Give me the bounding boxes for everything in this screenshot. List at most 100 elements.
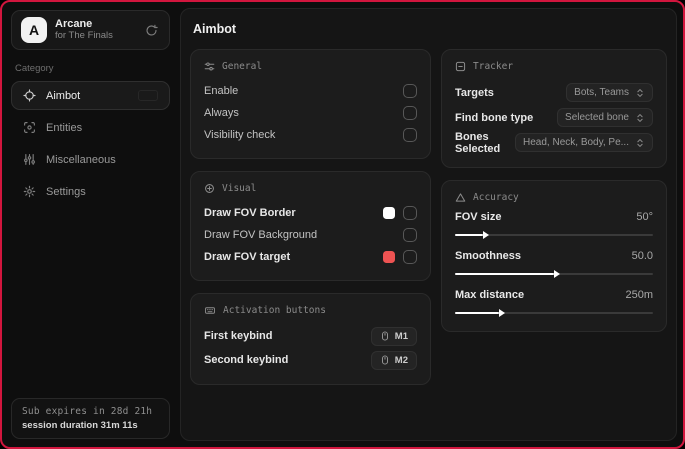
fov-target-checkbox[interactable] (403, 250, 417, 264)
first-keybind-button[interactable]: M1 (370, 326, 417, 346)
brand-text: Arcane for The Finals (55, 18, 113, 42)
toggle-label: Draw FOV Background (204, 229, 318, 241)
slider-value: 50° (636, 211, 653, 223)
select-value: Bots, Teams (574, 87, 629, 98)
toggle-label: Draw FOV target (204, 251, 291, 263)
brand-subtitle: for The Finals (55, 29, 113, 41)
keybind-label: Second keybind (204, 354, 289, 366)
session-duration-text: session duration 31m 11s (22, 420, 138, 431)
slider-value: 50.0 (631, 250, 653, 262)
slider-track (455, 308, 653, 317)
visual-card-header: Visual (204, 183, 417, 194)
find-bone-type-select[interactable]: Selected bone (557, 108, 653, 127)
sidebar-item-settings[interactable]: Settings (11, 177, 170, 206)
slider-fill (455, 269, 560, 278)
slider-row-fov-size: FOV size 50° (455, 211, 653, 239)
tracker-icon (455, 61, 466, 72)
general-card: General Enable Always Visibility check (190, 49, 431, 159)
always-checkbox[interactable] (403, 106, 417, 120)
toggle-label: Draw FOV Border (204, 207, 296, 219)
chevrons-up-down-icon (635, 138, 645, 148)
sidebar-item-label: Aimbot (46, 89, 81, 102)
general-icon (204, 61, 215, 72)
page-title: Aimbot (193, 22, 237, 36)
keybind-label: First keybind (204, 330, 273, 342)
fov-border-checkbox[interactable] (403, 206, 417, 220)
sidebar-item-label: Settings (46, 185, 86, 198)
slider-thumb[interactable] (482, 230, 489, 239)
toggle-label: Always (204, 107, 239, 119)
slider-fill (455, 230, 489, 239)
slider-label: Smoothness (455, 250, 522, 262)
sidebar-item-miscellaneous[interactable]: Miscellaneous (11, 145, 170, 174)
fov-border-color-swatch[interactable] (383, 207, 395, 219)
sidebar-item-aimbot[interactable]: Aimbot (11, 81, 170, 110)
select-row-bones-selected: Bones Selected Head, Neck, Body, Pe... (455, 130, 653, 155)
keyboard-icon (204, 305, 216, 316)
sidebar-item-entities[interactable]: Entities (11, 113, 170, 142)
arcane-logo: A (21, 17, 47, 43)
fov-target-color-swatch[interactable] (383, 251, 395, 263)
accuracy-card-header: Accuracy (455, 192, 653, 203)
sidebar-nav: Aimbot Entities Miscellaneous Settings (11, 81, 170, 206)
toggle-row-fov-border: Draw FOV Border (204, 202, 417, 224)
slider-value: 250m (625, 289, 653, 301)
keybind-row-first: First keybind M1 (204, 324, 417, 348)
brand-name: Arcane (55, 18, 93, 31)
toggle-row-visibility-check: Visibility check (204, 124, 417, 146)
accuracy-card: Accuracy FOV size 50° Smoothness 50.0 Ma… (441, 180, 667, 332)
slider-row-smoothness: Smoothness 50.0 (455, 250, 653, 278)
max-distance-slider[interactable] (455, 308, 653, 317)
select-label: Find bone type (455, 111, 534, 124)
visual-card-title: Visual (222, 183, 257, 194)
refresh-icon[interactable] (143, 22, 160, 39)
keybind-value: M1 (394, 330, 408, 342)
crosshair-icon (23, 89, 36, 102)
slider-row-max-distance: Max distance 250m (455, 289, 653, 317)
fov-size-slider[interactable] (455, 230, 653, 239)
toggle-row-always: Always (204, 102, 417, 124)
slider-fill (455, 308, 505, 317)
mouse-icon (380, 355, 390, 365)
toggle-label: Enable (204, 85, 239, 97)
select-value: Head, Neck, Body, Pe... (523, 137, 629, 148)
general-card-header: General (204, 61, 417, 72)
slider-thumb[interactable] (554, 269, 560, 278)
visual-icon (204, 183, 215, 194)
select-row-targets: Targets Bots, Teams (455, 80, 653, 105)
tracker-card-header: Tracker (455, 61, 653, 72)
tracker-card: Tracker Targets Bots, Teams Find bone ty… (441, 49, 667, 168)
bones-selected-select[interactable]: Head, Neck, Body, Pe... (515, 133, 653, 152)
smoothness-slider[interactable] (455, 269, 653, 278)
slider-label: Max distance (455, 289, 525, 301)
targets-select[interactable]: Bots, Teams (566, 83, 653, 102)
slider-label: FOV size (455, 211, 502, 223)
keybind-row-second: Second keybind M2 (204, 348, 417, 372)
accuracy-card-title: Accuracy (473, 192, 519, 203)
gear-icon (23, 185, 36, 198)
sidebar-item-label: Miscellaneous (46, 153, 116, 166)
sidebar: A Arcane for The Finals Category Aimbot (2, 2, 178, 447)
brand-card: A Arcane for The Finals (11, 10, 170, 50)
toggle-row-fov-target: Draw FOV target (204, 246, 417, 268)
chevrons-up-down-icon (635, 113, 645, 123)
sub-expiry-text: Sub expires in 28d 21h (22, 406, 153, 417)
tracker-card-title: Tracker (473, 61, 514, 72)
fov-background-checkbox[interactable] (403, 228, 417, 242)
activation-card: Activation buttons First keybind M1 Seco… (190, 293, 431, 385)
select-row-find-bone-type: Find bone type Selected bone (455, 105, 653, 130)
left-column: General Enable Always Visibility check V… (190, 49, 431, 385)
second-keybind-button[interactable]: M2 (370, 350, 417, 370)
enable-checkbox[interactable] (403, 84, 417, 98)
slider-thumb[interactable] (498, 308, 505, 317)
subscription-card: Sub expires in 28d 21h session duration … (11, 398, 170, 439)
card-columns: General Enable Always Visibility check V… (190, 49, 667, 385)
category-label: Category (15, 63, 54, 74)
activation-card-title: Activation buttons (223, 305, 326, 316)
toggle-row-fov-background: Draw FOV Background (204, 224, 417, 246)
slider-track (455, 230, 653, 239)
chevrons-up-down-icon (635, 88, 645, 98)
visibility-check-checkbox[interactable] (403, 128, 417, 142)
activation-card-header: Activation buttons (204, 305, 417, 316)
toggle-label: Visibility check (204, 129, 276, 141)
